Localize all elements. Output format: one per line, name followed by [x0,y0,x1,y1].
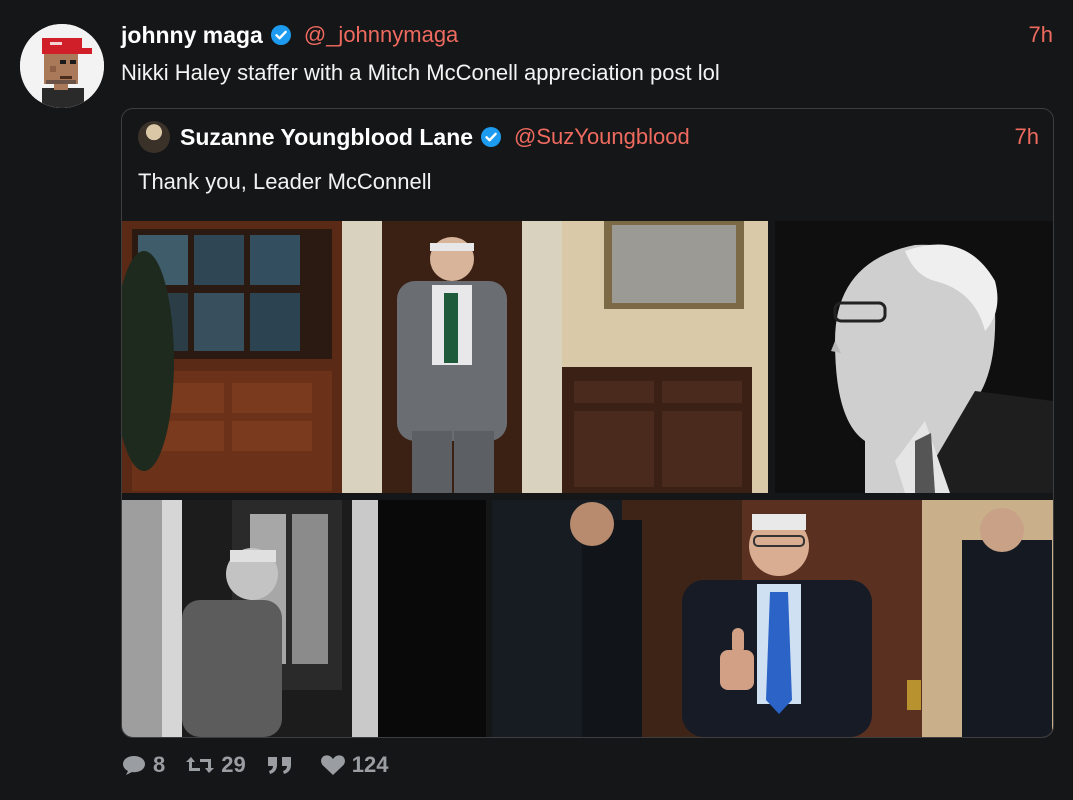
media-photo-4[interactable] [492,500,1053,737]
tweet-timestamp[interactable]: 7h [1029,22,1053,48]
quoted-tweet[interactable]: Suzanne Youngblood Lane @SuzYoungblood 7… [121,108,1054,738]
quote-button[interactable] [266,754,300,776]
quoted-tweet-timestamp[interactable]: 7h [1015,124,1039,150]
like-count: 124 [351,752,389,777]
tweet-text: Nikki Haley staffer with a Mitch McConel… [121,60,720,85]
media-photo-1[interactable] [122,221,768,493]
heart-icon [320,755,345,775]
media-photo-2[interactable] [775,221,1053,493]
quoted-author-name[interactable]: Suzanne Youngblood Lane [180,124,473,151]
author-name[interactable]: johnny maga [121,22,263,49]
quoted-tweet-header: Suzanne Youngblood Lane @SuzYoungblood 7… [180,120,1039,154]
quoted-tweet-text: Thank you, Leader McConnell [138,169,432,194]
quote-icon [267,757,291,774]
author-handle[interactable]: @_johnnymaga [304,22,458,48]
author-avatar[interactable] [20,24,104,108]
reply-button[interactable]: 8 [121,752,165,778]
reply-count: 8 [153,752,166,777]
verified-badge-icon [480,126,502,148]
quoted-author-handle[interactable]: @SuzYoungblood [514,124,690,150]
retweet-button[interactable]: 29 [185,752,246,778]
retweet-icon [186,757,215,773]
retweet-count: 29 [221,752,246,777]
media-grid [122,221,1053,737]
verified-badge-icon [270,24,292,46]
tweet-header: johnny maga @_johnnymaga 7h [121,18,1053,52]
reply-icon [123,756,145,775]
quoted-author-avatar[interactable] [138,121,170,153]
tweet-actions: 8 29 124 [121,752,408,778]
like-button[interactable]: 124 [320,752,389,778]
media-photo-3[interactable] [122,500,486,737]
